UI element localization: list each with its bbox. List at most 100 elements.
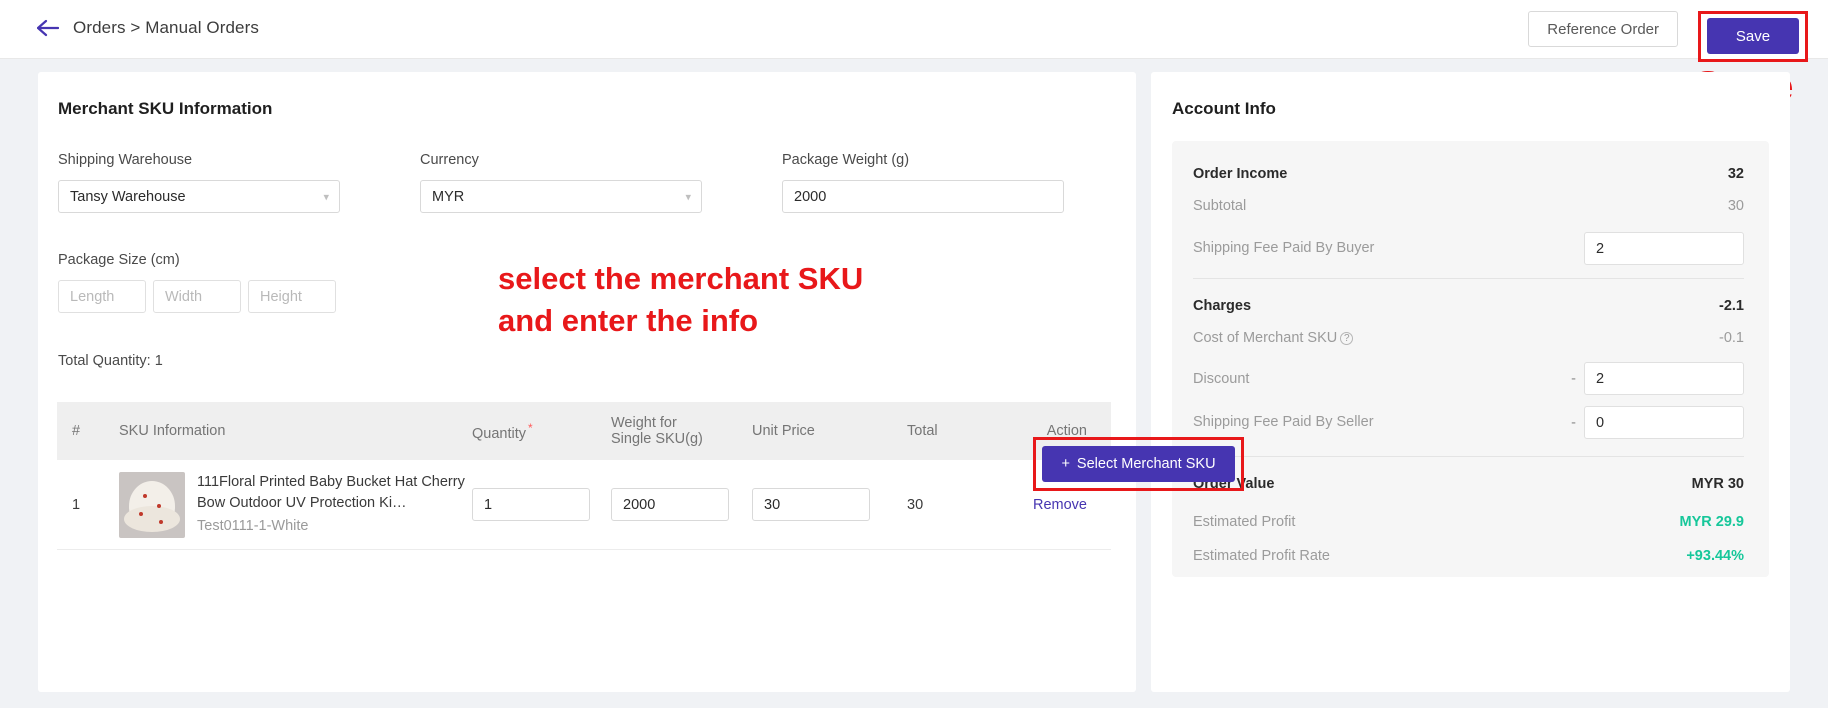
plus-icon: + xyxy=(1061,456,1070,472)
shipping-fee-seller-row: Shipping Fee Paid By Seller - 0 xyxy=(1193,406,1744,439)
discount-row: Discount - 2 xyxy=(1193,362,1744,395)
row-total: 30 xyxy=(907,496,924,513)
account-info-title: Account Info xyxy=(1172,99,1276,118)
col-sku-information: SKU Information xyxy=(119,423,226,439)
shipping-fee-seller-input[interactable]: 0 xyxy=(1584,406,1744,439)
order-income-row: Order Income 32 xyxy=(1193,160,1744,188)
shipping-fee-seller-control: - 0 xyxy=(1571,406,1744,439)
divider xyxy=(1193,278,1744,279)
package-length-input[interactable]: Length xyxy=(58,280,146,313)
charges-value: -2.1 xyxy=(1719,298,1744,314)
chevron-down-icon: ▾ xyxy=(323,191,329,203)
col-weight: Weight for Single SKU(g) xyxy=(611,415,752,447)
estimated-profit-rate-value: +93.44% xyxy=(1686,548,1744,564)
remove-link[interactable]: Remove xyxy=(1033,497,1087,513)
select-merchant-sku-label: Select Merchant SKU xyxy=(1076,456,1216,472)
row-sku-variant: Test0111-1-White xyxy=(197,518,309,534)
col-weight-line1: Weight for xyxy=(611,415,677,431)
account-info-box: Order Income 32 Subtotal 30 Shipping Fee… xyxy=(1172,141,1769,577)
cost-merchant-sku-label-wrap: Cost of Merchant SKU? xyxy=(1193,330,1354,346)
select-merchant-sku-button[interactable]: + Select Merchant SKU xyxy=(1042,446,1235,482)
breadcrumb-text[interactable]: Orders > Manual Orders xyxy=(73,18,259,38)
order-value-value: MYR 30 xyxy=(1691,476,1744,492)
reference-order-button[interactable]: Reference Order xyxy=(1528,11,1678,47)
shipping-fee-buyer-input[interactable]: 2 xyxy=(1584,232,1744,265)
col-quantity-text: Quantity xyxy=(472,425,526,442)
discount-label: Discount xyxy=(1193,370,1250,387)
currency-label: Currency xyxy=(420,152,479,168)
row-sku-name: 111Floral Printed Baby Bucket Hat Cherry… xyxy=(197,473,465,511)
estimated-profit-label: Estimated Profit xyxy=(1193,514,1296,530)
discount-control: - 2 xyxy=(1571,362,1744,395)
select-merchant-sku-highlight: + Select Merchant SKU xyxy=(1033,437,1244,491)
save-button-highlight: Save xyxy=(1698,11,1808,62)
col-quantity: Quantity * xyxy=(472,421,611,442)
row-action-cell: Remove xyxy=(993,497,1093,513)
estimated-profit-row: Estimated Profit MYR 29.9 xyxy=(1193,508,1744,536)
merchant-sku-title: Merchant SKU Information xyxy=(58,99,273,118)
package-weight-input[interactable]: 2000 xyxy=(782,180,1064,213)
cost-merchant-sku-row: Cost of Merchant SKU? -0.1 xyxy=(1193,324,1744,352)
row-quantity-input[interactable]: 1 xyxy=(472,488,590,521)
shipping-warehouse-select[interactable]: Tansy Warehouse ▾ xyxy=(58,180,340,213)
row-index: 1 xyxy=(72,496,81,513)
row-unit-price-cell: 30 xyxy=(752,488,907,521)
currency-value: MYR xyxy=(432,188,465,205)
shipping-fee-buyer-label: Shipping Fee Paid By Buyer xyxy=(1193,239,1375,256)
top-bar: Orders > Manual Orders Reference Order S… xyxy=(0,0,1828,62)
shipping-warehouse-value: Tansy Warehouse xyxy=(70,188,186,205)
col-unit-price: Unit Price xyxy=(752,423,815,439)
cost-merchant-sku-label: Cost of Merchant SKU xyxy=(1193,330,1338,346)
order-value-row: Order Value MYR 30 xyxy=(1193,470,1744,498)
col-total: Total xyxy=(907,423,938,439)
shipping-fee-seller-sign: - xyxy=(1571,414,1576,431)
required-asterisk: * xyxy=(528,420,533,435)
row-weight-input[interactable]: 2000 xyxy=(611,488,729,521)
arrow-left-icon[interactable] xyxy=(37,17,59,39)
row-quantity-cell: 1 xyxy=(472,488,611,521)
charges-label: Charges xyxy=(1193,298,1252,314)
sku-table-header: # SKU Information Quantity * Weight for S… xyxy=(57,402,1111,460)
page-content: Merchant SKU Information Shipping Wareho… xyxy=(0,59,1828,708)
order-income-value: 32 xyxy=(1727,166,1744,182)
row-weight-cell: 2000 xyxy=(611,488,752,521)
subtotal-label: Subtotal xyxy=(1193,198,1247,214)
estimated-profit-value: MYR 29.9 xyxy=(1679,514,1744,530)
product-thumbnail xyxy=(119,471,185,538)
divider xyxy=(1193,456,1744,457)
charges-row: Charges -2.1 xyxy=(1193,292,1744,320)
merchant-sku-card: Merchant SKU Information Shipping Wareho… xyxy=(38,72,1136,692)
top-bar-actions: Reference Order Save xyxy=(1528,11,1808,62)
shipping-fee-buyer-control: 2 xyxy=(1584,232,1744,265)
subtotal-row: Subtotal 30 xyxy=(1193,192,1744,220)
account-info-card: Account Info Order Income 32 Subtotal 30… xyxy=(1151,72,1790,692)
package-height-input[interactable]: Height xyxy=(248,280,336,313)
package-size-label: Package Size (cm) xyxy=(58,252,180,268)
shipping-fee-seller-label: Shipping Fee Paid By Seller xyxy=(1193,413,1374,430)
shipping-warehouse-label: Shipping Warehouse xyxy=(58,152,193,168)
discount-sign: - xyxy=(1571,370,1576,387)
col-weight-line2: Single SKU(g) xyxy=(611,431,703,447)
order-income-label: Order Income xyxy=(1193,166,1288,182)
discount-input[interactable]: 2 xyxy=(1584,362,1744,395)
table-row: 1 111Floral Printed Baby Bucket Hat Cher… xyxy=(57,460,1111,550)
col-index: # xyxy=(72,423,81,439)
row-sku-information: 111Floral Printed Baby Bucket Hat Cherry… xyxy=(119,471,472,538)
total-quantity-label: Total Quantity: 1 xyxy=(58,353,163,369)
subtotal-value: 30 xyxy=(1727,198,1744,214)
package-weight-value: 2000 xyxy=(794,188,827,205)
cost-merchant-sku-value: -0.1 xyxy=(1719,330,1744,346)
save-button[interactable]: Save xyxy=(1707,18,1799,54)
package-weight-label: Package Weight (g) xyxy=(782,152,910,168)
shipping-fee-buyer-row: Shipping Fee Paid By Buyer 2 xyxy=(1193,232,1744,265)
annotation-select-sku-callout: select the merchant SKU and enter the in… xyxy=(498,261,864,338)
chevron-down-icon: ▾ xyxy=(685,191,691,203)
sku-table: # SKU Information Quantity * Weight for S… xyxy=(57,402,1111,550)
row-unit-price-input[interactable]: 30 xyxy=(752,488,870,521)
breadcrumb: Orders > Manual Orders xyxy=(37,17,259,39)
package-width-input[interactable]: Width xyxy=(153,280,241,313)
help-icon[interactable]: ? xyxy=(1340,332,1354,345)
estimated-profit-rate-label: Estimated Profit Rate xyxy=(1193,548,1330,564)
currency-select[interactable]: MYR ▾ xyxy=(420,180,702,213)
estimated-profit-rate-row: Estimated Profit Rate +93.44% xyxy=(1193,542,1744,570)
